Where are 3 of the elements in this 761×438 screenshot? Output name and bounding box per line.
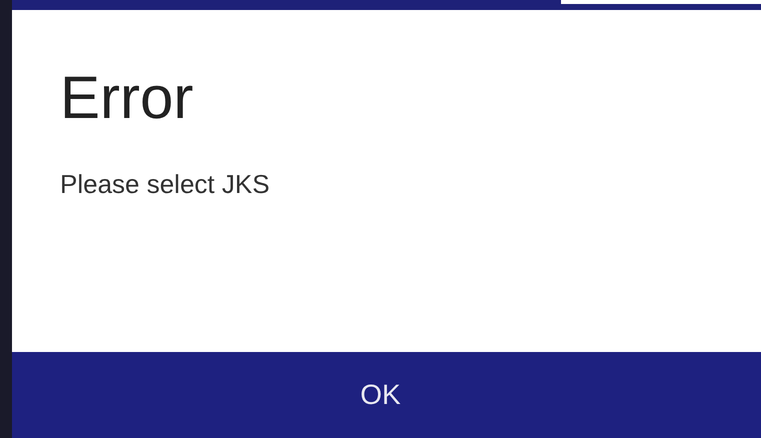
error-message: Please select JKS bbox=[60, 168, 271, 200]
ok-button[interactable]: OK bbox=[12, 352, 761, 438]
dialog-title: Error bbox=[60, 63, 194, 133]
